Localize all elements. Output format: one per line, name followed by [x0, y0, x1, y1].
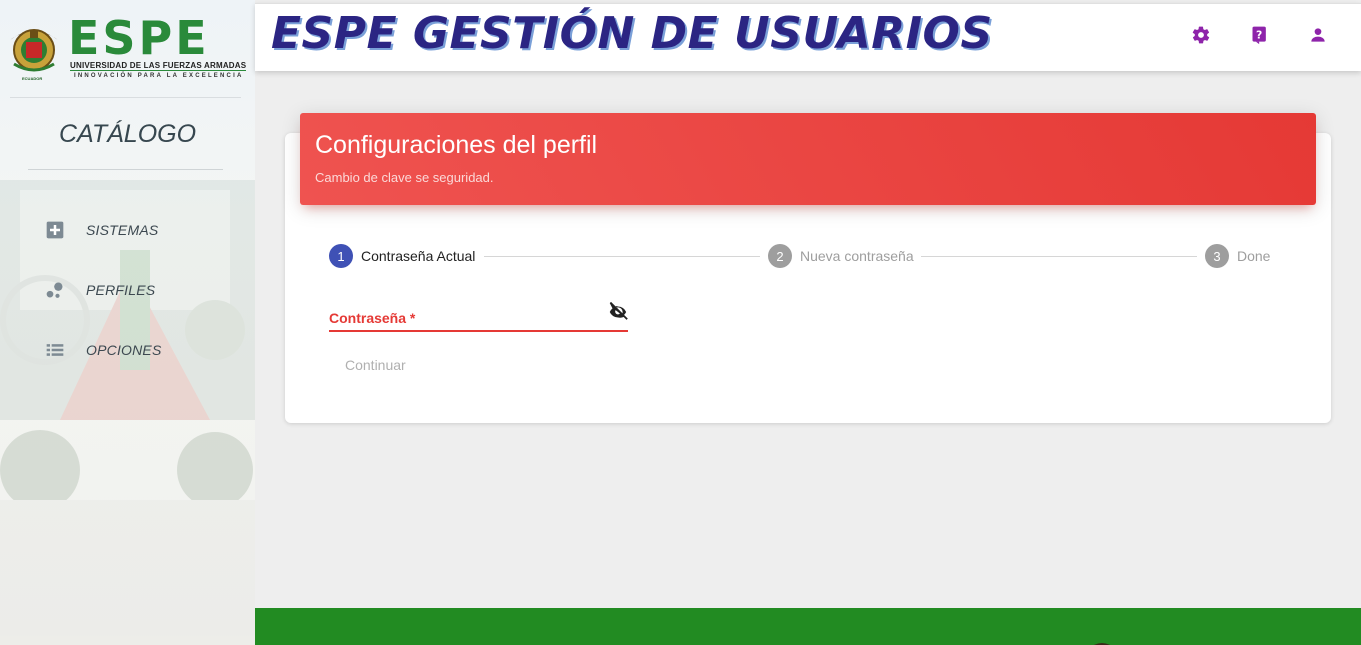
continue-button[interactable]: Continuar — [345, 357, 406, 373]
sidebar-item-label: SISTEMAS — [86, 222, 159, 238]
logo-motto: INNOVACIÓN PARA LA EXCELENCIA — [74, 73, 244, 79]
toggle-password-visibility-button[interactable] — [607, 301, 629, 323]
password-field-label: Contraseña * — [329, 310, 416, 326]
logo-country: ECUADOR — [22, 76, 43, 81]
settings-button[interactable] — [1190, 26, 1212, 48]
eye-off-icon — [609, 301, 628, 320]
step-done[interactable]: 3 Done — [1205, 244, 1270, 268]
university-seal-icon — [10, 29, 58, 72]
step-connector — [921, 256, 1197, 257]
help-button[interactable]: ? — [1249, 26, 1271, 48]
card-header: Configuraciones del perfil Cambio de cla… — [300, 113, 1316, 205]
step-current-password[interactable]: 1 Contraseña Actual — [329, 244, 475, 268]
step-new-password[interactable]: 2 Nueva contraseña — [768, 244, 914, 268]
sidebar-item-perfiles[interactable]: PERFILES — [44, 278, 155, 302]
sidebar-divider-top — [10, 97, 241, 98]
footer-bar — [255, 608, 1361, 645]
logo-university-name: UNIVERSIDAD DE LAS FUERZAS ARMADAS — [70, 61, 247, 70]
sidebar-item-label: OPCIONES — [86, 342, 162, 358]
password-field-underline — [329, 330, 628, 332]
bubbles-icon — [44, 279, 66, 301]
card-subtitle: Cambio de clave se seguridad. — [315, 170, 494, 185]
step-label: Nueva contraseña — [800, 248, 914, 264]
top-navbar: ESPE GESTIÓN DE USUARIOS ? — [255, 3, 1361, 71]
app-title: ESPE GESTIÓN DE USUARIOS — [271, 8, 993, 59]
logo-divider — [70, 70, 246, 71]
step-number: 3 — [1205, 244, 1229, 268]
sidebar: ESPE UNIVERSIDAD DE LAS FUERZAS ARMADAS … — [0, 0, 255, 645]
espe-logo: ESPE UNIVERSIDAD DE LAS FUERZAS ARMADAS … — [4, 14, 248, 84]
gear-icon — [1191, 25, 1211, 50]
logo-wordmark: ESPE — [68, 11, 210, 65]
user-icon — [1308, 25, 1328, 50]
password-field[interactable]: Contraseña * — [329, 300, 628, 332]
step-label: Contraseña Actual — [361, 248, 476, 264]
sidebar-title: CATÁLOGO — [58, 120, 197, 148]
footer-emblem-icon — [1094, 643, 1110, 645]
list-icon — [44, 339, 66, 361]
user-profile-button[interactable] — [1307, 26, 1329, 48]
sidebar-divider — [28, 169, 223, 170]
card-title: Configuraciones del perfil — [315, 131, 598, 159]
step-number: 2 — [768, 244, 792, 268]
sidebar-item-opciones[interactable]: OPCIONES — [44, 338, 162, 362]
add-box-icon — [44, 219, 66, 241]
step-number: 1 — [329, 244, 353, 268]
step-label: Done — [1237, 248, 1271, 264]
sidebar-item-sistemas[interactable]: SISTEMAS — [44, 218, 158, 242]
step-connector — [484, 256, 760, 257]
svg-text:?: ? — [1256, 28, 1262, 41]
sidebar-item-label: PERFILES — [86, 282, 156, 298]
help-icon: ? — [1250, 25, 1270, 50]
